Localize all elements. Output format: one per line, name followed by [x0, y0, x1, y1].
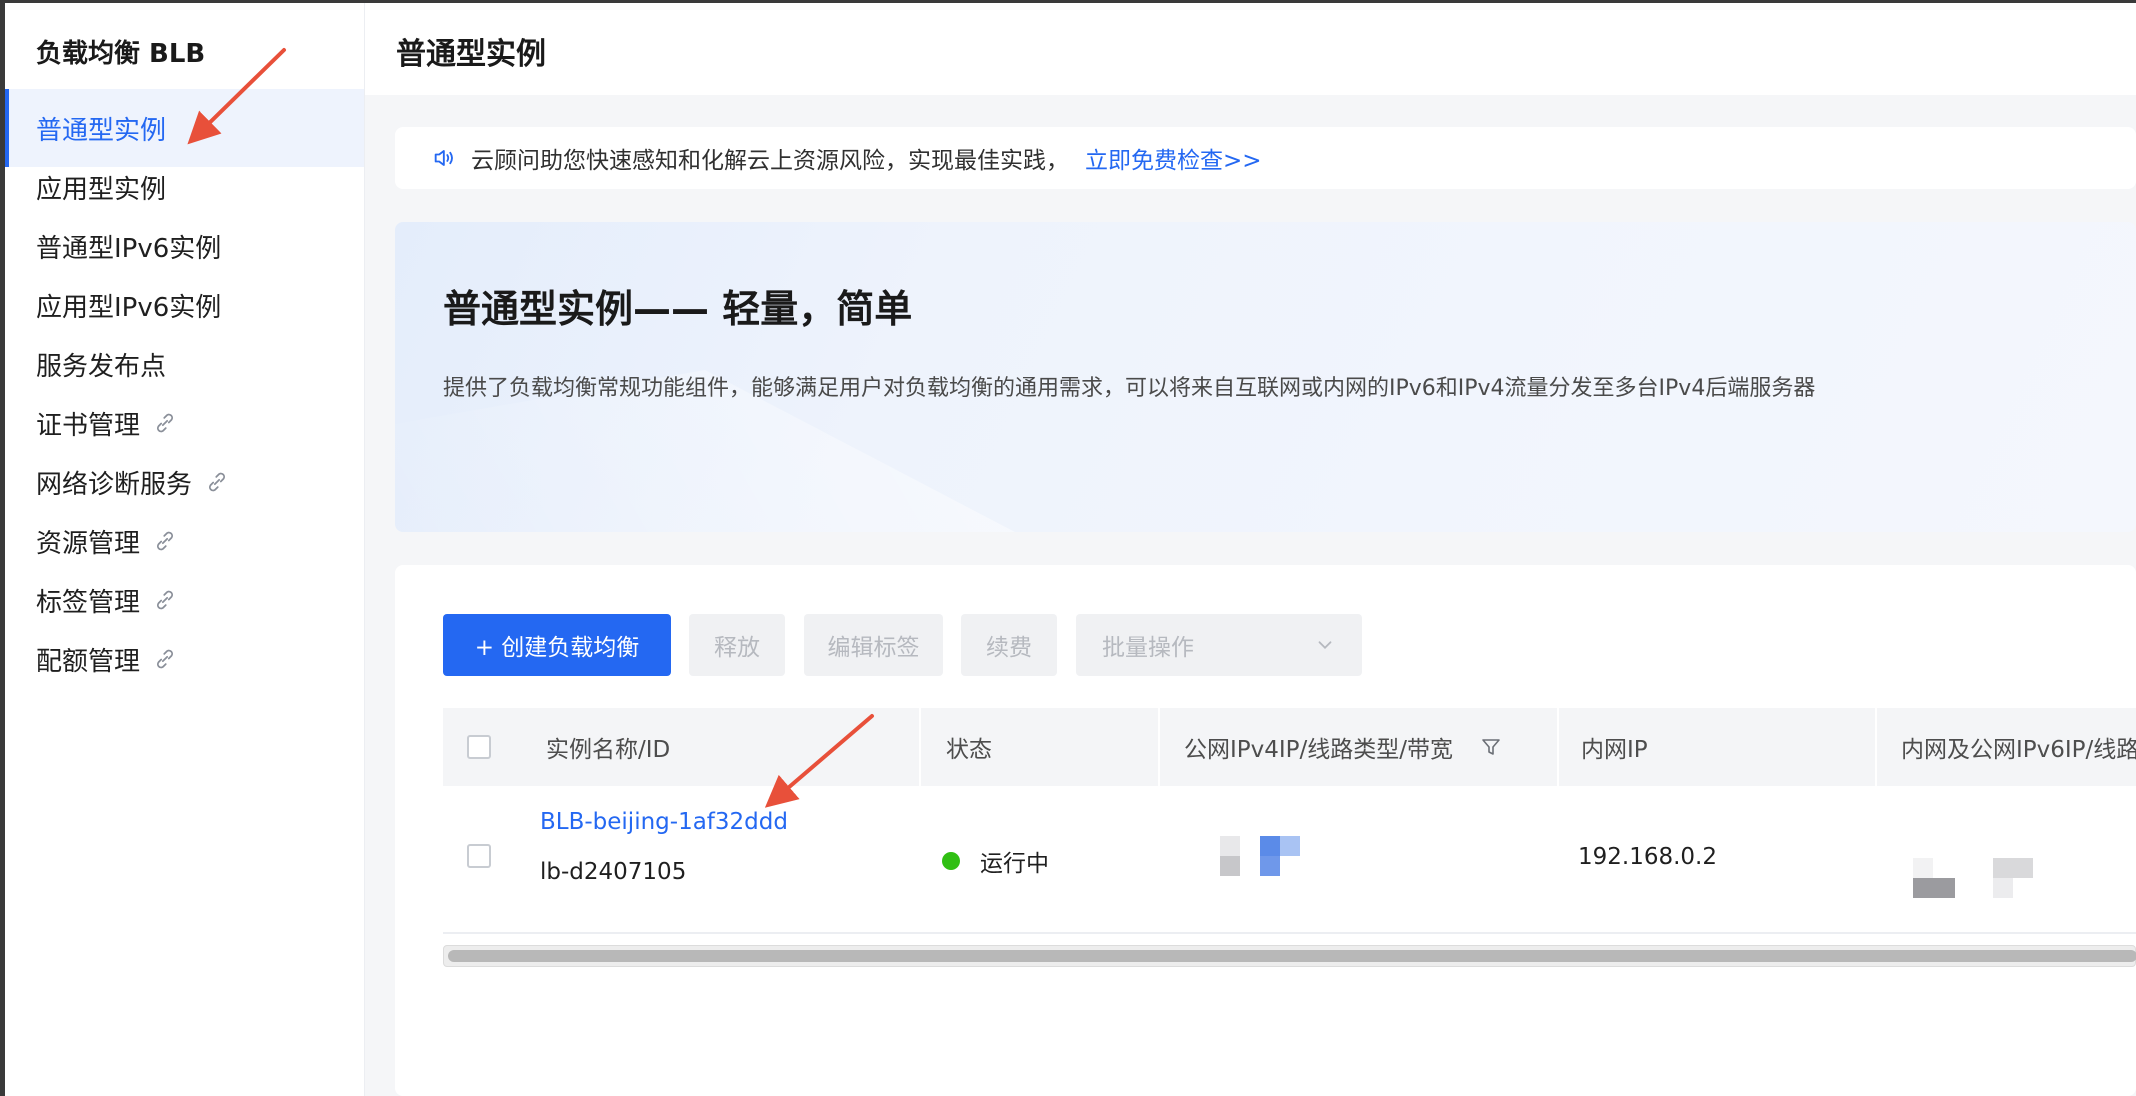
column-resize-handle[interactable]	[919, 708, 921, 786]
chevron-down-icon	[1318, 641, 1332, 650]
speaker-icon	[434, 150, 453, 166]
select-all-checkbox[interactable]	[467, 735, 491, 759]
notice-text: 云顾问助您快速感知和化解云上资源风险，实现最佳实践，	[471, 148, 1069, 174]
page-header: 普通型实例	[365, 3, 2136, 95]
column-header-label: 公网IPv4IP/线路类型/带宽	[1184, 737, 1454, 763]
page-title: 普通型实例	[396, 37, 546, 72]
external-link-icon	[209, 472, 225, 492]
column-resize-handle[interactable]	[1158, 708, 1160, 786]
masked-ipv6-image	[1913, 858, 2033, 898]
banner-description: 提供了负载均衡常规功能组件，能够满足用户对负载均衡的通用需求，可以将来自互联网或…	[443, 376, 1816, 401]
sidebar-item-label: 应用型实例	[36, 174, 167, 205]
filter-icon[interactable]	[1479, 735, 1503, 759]
sidebar-item-label: 普通型实例	[36, 115, 167, 146]
sidebar-title: 负载均衡 BLB	[36, 39, 206, 69]
sidebar-item-label: 网络诊断服务	[36, 469, 193, 500]
intro-banner: 普通型实例—— 轻量，简单 提供了负载均衡常规功能组件，能够满足用户对负载均衡的…	[395, 222, 2136, 532]
select-all-cell	[467, 708, 491, 786]
batch-operations-label: 批量操作	[1102, 635, 1194, 661]
row-checkbox-cell	[467, 844, 491, 868]
column-header-private-ip: 内网IP	[1581, 737, 1648, 763]
sidebar-item-label: 服务发布点	[36, 351, 167, 382]
sidebar-item-label: 证书管理	[36, 410, 141, 441]
row-select-checkbox[interactable]	[467, 844, 491, 868]
sidebar-item-label: 资源管理	[36, 528, 141, 559]
create-load-balancer-button[interactable]: + 创建负载均衡	[443, 614, 671, 676]
app-frame: 负载均衡 BLB 普通型实例 应用型实例 普通型IPv6实例 应用型IPv6实例…	[5, 3, 2136, 1096]
batch-operations-select[interactable]: 批量操作	[1076, 614, 1362, 676]
sidebar-item-label: 标签管理	[36, 587, 141, 618]
free-check-link[interactable]: 立即免费检查>>	[1085, 141, 1262, 175]
masked-public-ipv4-image	[1220, 836, 1300, 876]
release-button[interactable]: 释放	[689, 614, 785, 676]
sidebar: 负载均衡 BLB 普通型实例 应用型实例 普通型IPv6实例 应用型IPv6实例…	[5, 3, 365, 1096]
sidebar-item-label: 普通型IPv6实例	[36, 233, 222, 264]
banner-title: 普通型实例—— 轻量，简单	[443, 287, 913, 331]
status-text: 运行中	[980, 851, 1049, 877]
column-header-ipv6: 内网及公网IPv6IP/线路	[1901, 737, 2136, 763]
scrollbar-thumb[interactable]	[448, 950, 2136, 962]
external-link-icon	[157, 413, 173, 433]
advisor-notice: 云顾问助您快速感知和化解云上资源风险，实现最佳实践， 立即免费检查>>	[395, 127, 2136, 189]
sidebar-item-label: 配额管理	[36, 646, 141, 677]
status-running-dot	[942, 852, 960, 870]
status-cell: 运行中	[942, 844, 1049, 878]
external-link-icon	[157, 531, 173, 551]
sidebar-item-quota-management[interactable]: 配额管理	[5, 620, 364, 698]
renew-button[interactable]: 续费	[961, 614, 1057, 676]
table-header: 实例名称/ID 状态 公网IPv4IP/线路类型/带宽 内网IP 内网及公网IP…	[443, 708, 2136, 786]
instance-list-panel: + 创建负载均衡 释放 编辑标签 续费 批量操作 实例名称/ID 状态 公网IP…	[395, 565, 2136, 1096]
edit-tags-button[interactable]: 编辑标签	[804, 614, 943, 676]
sidebar-item-label: 应用型IPv6实例	[36, 292, 222, 323]
column-header-status: 状态	[946, 737, 992, 763]
instance-name-link[interactable]: BLB-beijing-1af32ddd	[540, 809, 788, 835]
horizontal-scrollbar[interactable]	[443, 945, 2136, 967]
private-ip: 192.168.0.2	[1578, 844, 1717, 870]
table-row: BLB-beijing-1af32ddd lb-d2407105 运行中 192…	[443, 786, 2136, 934]
column-header-name: 实例名称/ID	[546, 737, 671, 763]
external-link-icon	[157, 590, 173, 610]
column-resize-handle[interactable]	[1557, 708, 1559, 786]
column-header-public-ipv4: 公网IPv4IP/线路类型/带宽	[1184, 708, 1503, 786]
main-content: 普通型实例 云顾问助您快速感知和化解云上资源风险，实现最佳实践， 立即免费检查>…	[365, 3, 2136, 1096]
external-link-icon	[157, 649, 173, 669]
column-resize-handle[interactable]	[1875, 708, 1877, 786]
instance-id: lb-d2407105	[540, 859, 687, 885]
